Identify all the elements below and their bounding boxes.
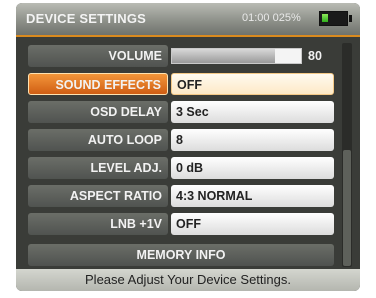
settings-screen: DEVICE SETTINGS 01:00 025% VOLUME 80 SOU… bbox=[16, 3, 360, 291]
setting-row-aspect-ratio[interactable]: ASPECT RATIO 4:3 NORMAL bbox=[28, 185, 336, 207]
battery-percent: 025% bbox=[272, 12, 301, 24]
setting-value[interactable]: OFF bbox=[171, 213, 334, 235]
page-title: DEVICE SETTINGS bbox=[26, 11, 147, 26]
volume-label: VOLUME bbox=[28, 45, 168, 67]
volume-slider[interactable] bbox=[171, 48, 302, 64]
volume-row[interactable]: VOLUME 80 bbox=[28, 45, 336, 67]
battery-icon bbox=[319, 11, 352, 26]
clock: 01:00 bbox=[242, 12, 270, 24]
setting-value[interactable]: 0 dB bbox=[171, 157, 334, 179]
scrollbar-thumb[interactable] bbox=[343, 150, 351, 266]
setting-value[interactable]: OFF bbox=[171, 73, 334, 95]
setting-value[interactable]: 3 Sec bbox=[171, 101, 334, 123]
setting-label: LEVEL ADJ. bbox=[28, 157, 168, 179]
setting-label: AUTO LOOP bbox=[28, 129, 168, 151]
clock-and-battery-percent: 01:00 025% bbox=[242, 12, 301, 24]
setting-label: ASPECT RATIO bbox=[28, 185, 168, 207]
setting-label: SOUND EFFECTS bbox=[28, 73, 168, 95]
setting-value[interactable]: 8 bbox=[171, 129, 334, 151]
setting-row-osd-delay[interactable]: OSD DELAY 3 Sec bbox=[28, 101, 336, 123]
battery-tip bbox=[349, 15, 352, 22]
status-bar: Please Adjust Your Device Settings. bbox=[16, 269, 360, 291]
volume-slider-fill bbox=[172, 49, 276, 63]
volume-value: 80 bbox=[308, 49, 322, 63]
setting-label: OSD DELAY bbox=[28, 101, 168, 123]
memory-info-button[interactable]: MEMORY INFO bbox=[28, 244, 334, 266]
setting-row-level-adj[interactable]: LEVEL ADJ. 0 dB bbox=[28, 157, 336, 179]
setting-label: LNB +1V bbox=[28, 213, 168, 235]
setting-value[interactable]: 4:3 NORMAL bbox=[171, 185, 334, 207]
setting-row-lnb[interactable]: LNB +1V OFF bbox=[28, 213, 336, 235]
setting-row-auto-loop[interactable]: AUTO LOOP 8 bbox=[28, 129, 336, 151]
scrollbar[interactable] bbox=[342, 43, 352, 267]
title-bar: DEVICE SETTINGS 01:00 025% bbox=[16, 3, 360, 37]
setting-row-sound-effects[interactable]: SOUND EFFECTS OFF bbox=[28, 73, 336, 95]
battery-fill bbox=[322, 14, 328, 22]
